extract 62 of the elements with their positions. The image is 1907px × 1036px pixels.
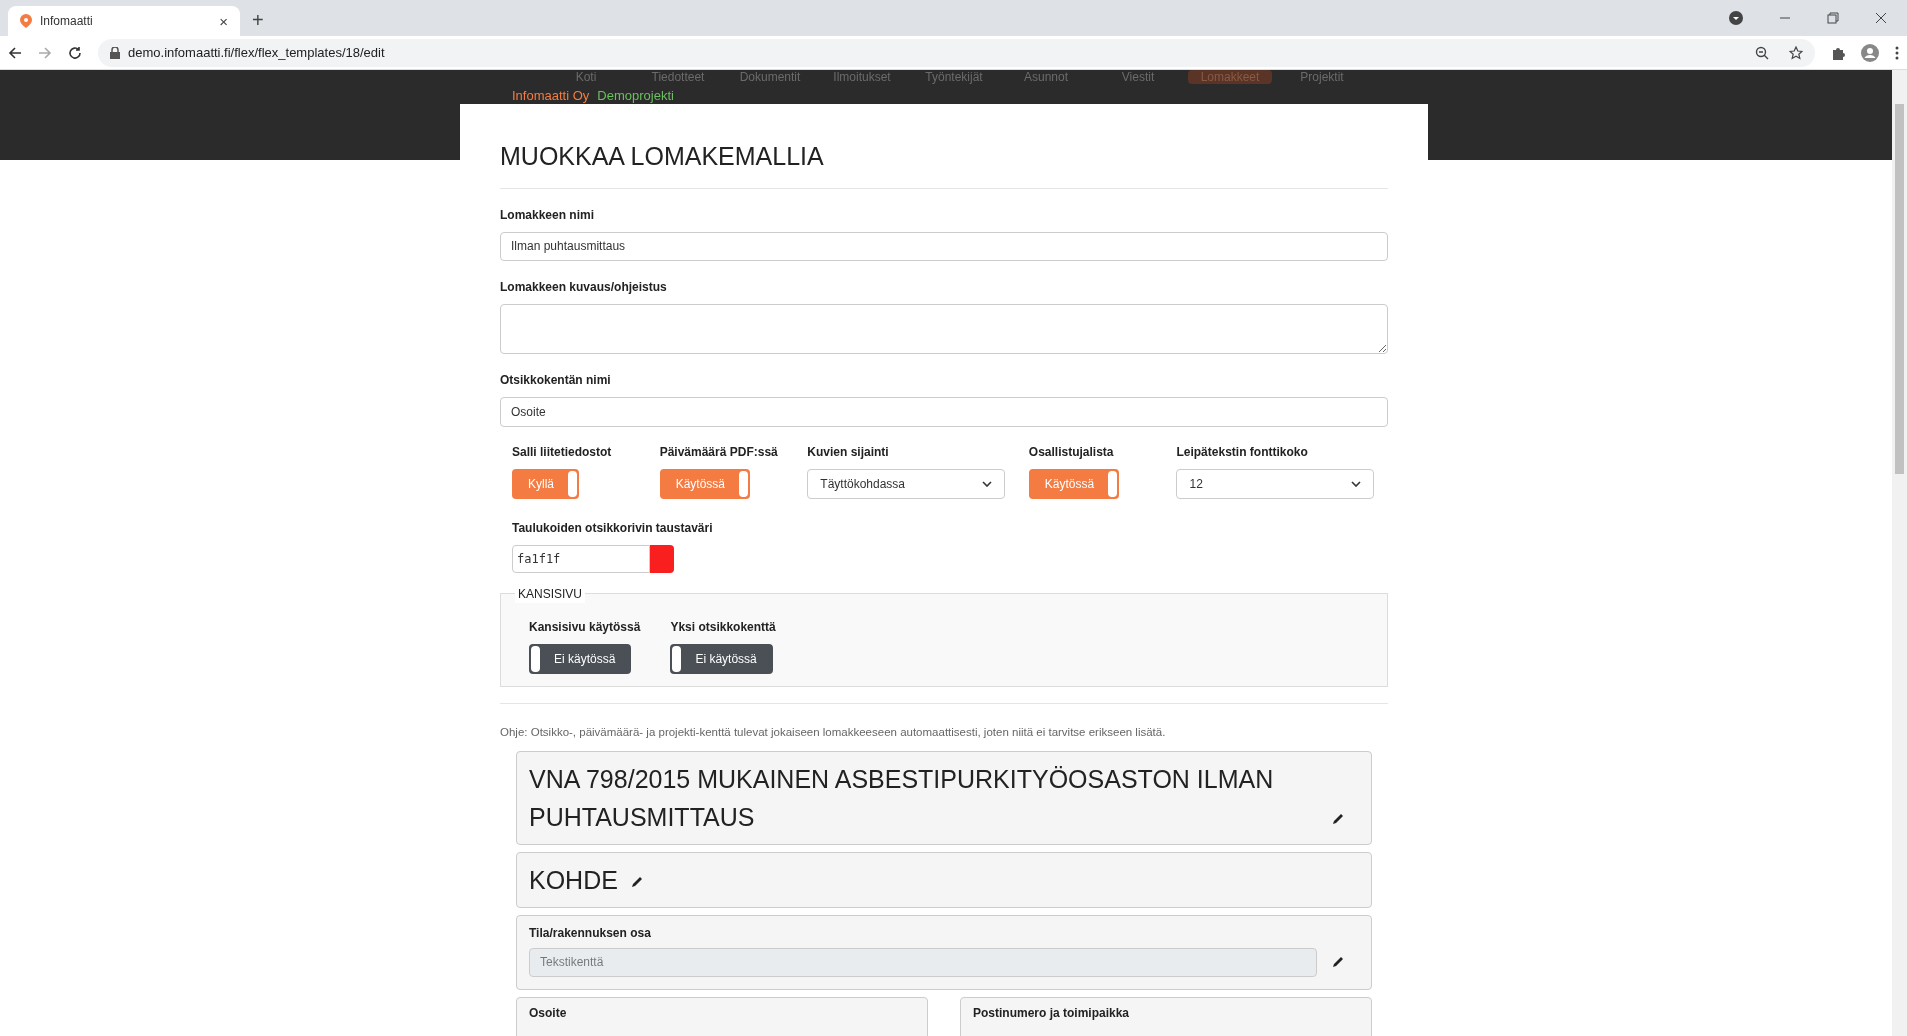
nav-link[interactable]: Ilmoitukset bbox=[816, 70, 908, 84]
restore-icon[interactable] bbox=[1827, 12, 1839, 24]
menu-icon[interactable] bbox=[1895, 45, 1899, 60]
company-name[interactable]: Infomaatti Oy bbox=[512, 86, 590, 106]
field-label: Taulukoiden otsikkorivin taustaväri bbox=[512, 519, 714, 537]
field-label: Otsikkokentän nimi bbox=[500, 371, 612, 389]
toggle-switch[interactable]: Käytössä bbox=[1028, 468, 1120, 499]
toggle-switch[interactable]: Ei käytössä bbox=[670, 643, 773, 674]
field-label: Salli liitetiedostot bbox=[512, 443, 613, 461]
reload-icon[interactable] bbox=[68, 45, 82, 60]
back-arrow-icon[interactable] bbox=[8, 45, 22, 60]
field-label: Kuvien sijainti bbox=[807, 443, 890, 461]
nav-link[interactable]: Projektit bbox=[1276, 70, 1368, 84]
scrollbar[interactable] bbox=[1892, 70, 1907, 1036]
pencil-icon[interactable] bbox=[1331, 811, 1345, 826]
toggle-switch[interactable]: Käytössä bbox=[659, 468, 750, 499]
field-label: Päivämäärä PDF:ssä bbox=[659, 443, 779, 461]
location-pin-icon bbox=[20, 14, 32, 28]
toggle-switch[interactable]: Ei käytössä bbox=[529, 643, 632, 674]
project-name[interactable]: Demoprojekti bbox=[597, 86, 674, 106]
nav-link[interactable]: Dokumentit bbox=[724, 70, 816, 84]
star-icon[interactable] bbox=[1789, 45, 1803, 60]
chevron-down-icon[interactable] bbox=[982, 480, 993, 487]
browser-tab[interactable]: Infomaatti × bbox=[8, 6, 240, 36]
tab-title: Infomaatti bbox=[40, 13, 94, 30]
pencil-icon[interactable] bbox=[629, 874, 644, 889]
color-swatch[interactable] bbox=[650, 544, 674, 573]
field-label: Osoite bbox=[529, 1004, 568, 1022]
profile-icon[interactable] bbox=[1861, 43, 1879, 62]
field-label: Lomakkeen kuvaus/ohjeistus bbox=[500, 278, 668, 296]
field-label: Leipätekstin fonttikoko bbox=[1176, 443, 1309, 461]
select-dropdown[interactable]: 12 bbox=[1176, 468, 1375, 499]
header-field-input[interactable]: Osoite bbox=[500, 396, 1388, 427]
field-label: Osallistujalista bbox=[1028, 443, 1115, 461]
field-label: Yksi otsikkokenttä bbox=[670, 618, 776, 636]
close-tab-button[interactable]: × bbox=[219, 13, 228, 29]
field-label: Postinumero ja toimipaikka bbox=[973, 1004, 1131, 1022]
toggle-switch[interactable]: Kyllä bbox=[512, 468, 579, 499]
color-input[interactable]: fa1f1f bbox=[512, 544, 650, 573]
heading-text: KOHDE bbox=[529, 864, 618, 896]
select-dropdown[interactable]: Täyttökohdassa bbox=[807, 468, 1006, 499]
pencil-icon[interactable] bbox=[1331, 955, 1345, 970]
name-input[interactable]: Ilman puhtausmittaus bbox=[500, 231, 1388, 261]
heading-text: VNA 798/2015 MUKAINEN ASBESTIPURKITYÖOSASTON ILMAN PUHTAUSMITTAUS bbox=[529, 763, 1275, 833]
url-text: demo.infomaatti.fi/flex/flex_templates/18/edit bbox=[128, 43, 386, 62]
close-icon[interactable] bbox=[1875, 12, 1887, 24]
field-label: Tila/rakennuksen osa bbox=[529, 924, 652, 942]
nav-link[interactable]: Asunnot bbox=[1000, 70, 1092, 84]
nav-link[interactable]: Työntekijät bbox=[908, 70, 1000, 84]
lock-icon bbox=[110, 46, 120, 59]
new-tab-button[interactable]: + bbox=[252, 10, 264, 30]
page-title: MUOKKAA LOMAKEMALLIA bbox=[500, 138, 1388, 189]
puzzle-icon[interactable] bbox=[1831, 45, 1845, 60]
profile-dropdown-icon[interactable] bbox=[1729, 11, 1743, 25]
hint-text: Ohje: Otsikko-, päivämäärä- ja projekti-kenttä tulevat jokaiseen lomakkeeseen automaattisesti, joten niitä ei tarvitse erikseen lisätä. bbox=[500, 724, 1167, 740]
text-input[interactable]: Tekstikenttä bbox=[529, 947, 1317, 977]
nav-link[interactable]: Koti bbox=[540, 70, 632, 84]
field-label: Kansisivu käytössä bbox=[529, 618, 641, 636]
address-bar[interactable]: demo.infomaatti.fi/flex/flex_templates/18/edit bbox=[98, 38, 1815, 67]
zoom-icon[interactable] bbox=[1755, 45, 1769, 60]
chevron-down-icon[interactable] bbox=[1351, 480, 1362, 487]
field-label: Lomakkeen nimi bbox=[500, 206, 596, 224]
